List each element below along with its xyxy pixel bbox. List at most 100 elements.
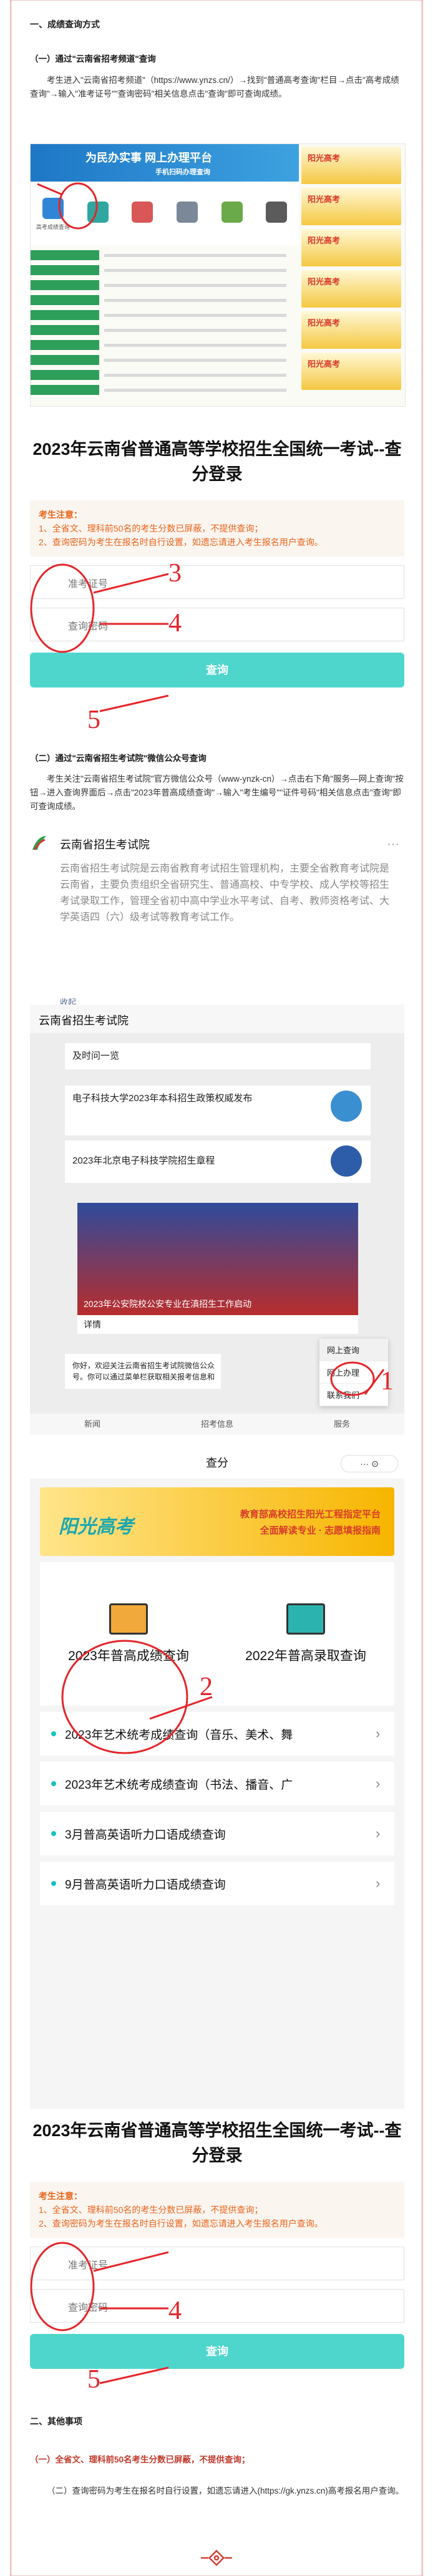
list-item[interactable]: 3月普高英语听力口语成绩查询 ›: [40, 1812, 394, 1855]
annotation-number: 5: [87, 2365, 100, 2394]
app-icon: [132, 202, 153, 223]
list-item[interactable]: [31, 339, 299, 351]
query-button[interactable]: 查询: [30, 653, 404, 688]
portal-icon-score[interactable]: 高考成绩查询: [31, 183, 75, 245]
notice-line-2: 2、查询密码为考生在报名时自行设置，如遗忘请进入考生报名用户查询。: [39, 537, 323, 547]
side-card[interactable]: 阳光高考: [301, 352, 401, 390]
chevron-right-icon: ›: [376, 1776, 381, 1791]
paragraph-2: 考生关注"云南省招生考试院"官方微信公众号（www-ynzk-cn）→点击右下角…: [30, 774, 404, 811]
password-input[interactable]: 查询密码: [30, 2289, 404, 2323]
service-menu: 网上查询 网上办理 联系我们: [319, 1339, 388, 1406]
form-notice: 考生注意： 1、全省文、理科前50名的考生分数已屏蔽，不提供查询； 2、查询密码…: [30, 2182, 404, 2238]
magnifier-document-icon: [109, 1603, 148, 1635]
sub-heading-2: （二）通过"云南省招生考试院"微信公众号查询: [30, 754, 207, 763]
document-icon: [286, 1603, 325, 1635]
chevron-right-icon: ›: [376, 1726, 381, 1741]
article-card[interactable]: 2023年北京电子科技学院招生章程: [65, 1140, 371, 1183]
app-icon: [221, 202, 243, 223]
banner-line-1: 教育部高校招生阳光工程指定平台: [240, 1509, 381, 1520]
portal-side-cards: 阳光高考 阳光高考 阳光高考 阳光高考 阳光高考 阳光高考: [301, 147, 401, 394]
exam-number-input[interactable]: 准考证号: [30, 565, 404, 599]
side-card[interactable]: 阳光高考: [301, 311, 401, 349]
app-title: 查分: [206, 1457, 228, 1469]
list-item[interactable]: [31, 279, 299, 291]
list-item[interactable]: [31, 324, 299, 336]
tab-exam-info[interactable]: 招考信息: [155, 1414, 280, 1435]
chinese-knot-ornament-icon: [201, 2549, 232, 2567]
portal-icon-row: 高考成绩查询: [31, 183, 299, 245]
menu-item-online-service[interactable]: 网上办理: [319, 1361, 388, 1384]
wechat-account-logo-icon: [32, 836, 46, 850]
article-card[interactable]: 电子科技大学2023年本科招生政策权威发布: [65, 1086, 371, 1135]
tab-news[interactable]: 新闻: [30, 1414, 155, 1435]
portal-icon-2[interactable]: [75, 183, 120, 245]
sunshine-banner[interactable]: 阳光高考 教育部高校招生阳光工程指定平台 全面解读专业 · 志愿填报指南: [40, 1487, 394, 1556]
capsule-menu[interactable]: ··· ⊙: [341, 1455, 398, 1472]
portal-banner: 为民办实事 网上办理平台 手机扫码办理查询: [31, 144, 299, 182]
notice-line-2: 2、查询密码为考生在报名时自行设置，如遗忘请进入考生报名用户查询。: [39, 2219, 323, 2228]
paragraph-1: 考生进入"云南省招考频道"（https://www.ynzs.cn/）→找到"普…: [30, 75, 399, 99]
university-logo-icon: [331, 1145, 362, 1177]
annotation-number: 2: [200, 1673, 213, 1701]
account-description: 云南省招生考试院是云南省教育考试招生管理机构，主要全省教育考试院是云南省，主要负…: [60, 863, 390, 923]
annotation-number: 4: [168, 2297, 182, 2325]
list-item[interactable]: [31, 249, 299, 261]
chevron-right-icon: ›: [376, 1825, 381, 1841]
score-query-entry[interactable]: 2023年普高成绩查询: [40, 1562, 217, 1706]
portal-icon-5[interactable]: [210, 183, 255, 245]
annotation-number: 4: [168, 609, 182, 638]
section-heading-1: 一、成绩查询方式: [30, 19, 100, 29]
chat-title: 云南省招生考试院: [30, 1004, 404, 1033]
detail-link[interactable]: 详情: [77, 1315, 358, 1334]
side-card[interactable]: 阳光高考: [301, 270, 401, 308]
form-notice: 考生注意： 1、全省文、理科前50名的考生分数已屏蔽，不提供查询； 2、查询密码…: [30, 500, 404, 557]
portal-icon-6[interactable]: [254, 183, 299, 245]
portal-screenshot: 为民办实事 网上办理平台 手机扫码办理查询 高考成绩查询 阳光高考 阳光高考 阳…: [30, 143, 406, 407]
password-input[interactable]: 查询密码: [30, 608, 404, 641]
list-item[interactable]: [31, 309, 299, 321]
menu-item-contact[interactable]: 联系我们: [319, 1384, 388, 1406]
portal-icon-4[interactable]: [165, 183, 210, 245]
tab-service[interactable]: 服务: [280, 1414, 404, 1435]
notice-title: 考生注意：: [39, 510, 82, 520]
notice-title: 考生注意：: [39, 2191, 82, 2201]
article-card[interactable]: 及时问一览: [65, 1043, 371, 1069]
form-title: 2023年云南省普通高等学校招生全国统一考试--查分登录: [32, 2121, 402, 2165]
app-icon: [87, 202, 109, 223]
sub-heading-1: （一）通过"云南省招考频道"查询: [30, 54, 156, 64]
section-heading-2: 二、其他事项: [30, 2416, 82, 2426]
query-login-form: 2023年云南省普通高等学校招生全国统一考试--查分登录 考生注意： 1、全省文…: [30, 437, 404, 688]
wechat-chat-screen: 云南省招生考试院 及时问一览 电子科技大学2023年本科招生政策权威发布 202…: [30, 1004, 404, 1435]
account-name: 云南省招生考试院: [60, 838, 150, 851]
app-icon: [266, 202, 288, 223]
list-item[interactable]: [31, 384, 299, 396]
more-icon[interactable]: ···: [387, 837, 399, 852]
annotation-number: 5: [87, 706, 100, 734]
exam-number-input[interactable]: 准考证号: [30, 2247, 404, 2280]
side-card[interactable]: 阳光高考: [301, 229, 401, 266]
sunshine-brand: 阳光高考: [59, 1517, 134, 1537]
query-app-screen: 查分 ··· ⊙ 阳光高考 教育部高校招生阳光工程指定平台 全面解读专业 · 志…: [30, 1447, 404, 2109]
admission-query-entry[interactable]: 2022年普高录取查询: [217, 1562, 394, 1706]
welcome-message: 你好，欢迎关注云南省招生考试院微信公众号。你可以通过菜单栏获取相关报考信息和: [65, 1354, 221, 1389]
portal-icon-3[interactable]: [120, 183, 165, 245]
portal-banner-subtitle: 手机扫码办理查询: [155, 168, 210, 176]
list-item[interactable]: [31, 369, 299, 381]
list-item[interactable]: 2023年艺术统考成绩查询（书法、播音、广 ›: [40, 1762, 394, 1806]
query-button[interactable]: 查询: [30, 2334, 404, 2369]
list-item[interactable]: 9月普高英语听力口语成绩查询 ›: [40, 1862, 394, 1905]
chevron-right-icon: ›: [376, 1875, 381, 1891]
list-item[interactable]: [31, 294, 299, 306]
query-entry-grid: 2023年普高成绩查询 2022年普高录取查询: [40, 1562, 394, 1706]
side-card[interactable]: 阳光高考: [301, 188, 401, 225]
hero-article[interactable]: 2023年公安院校公安专业在滇招生工作启动: [77, 1203, 358, 1315]
notice-line-1: 1、全省文、理科前50名的考生分数已屏蔽，不提供查询；: [39, 523, 263, 533]
form-title: 2023年云南省普通高等学校招生全国统一考试--查分登录: [32, 440, 402, 484]
chat-tab-bar: 新闻 招考信息 服务: [30, 1414, 404, 1435]
side-card[interactable]: 阳光高考: [301, 147, 401, 184]
annotation-number: 1: [381, 1367, 394, 1396]
list-item[interactable]: [31, 354, 299, 366]
list-item[interactable]: 2023年艺术统考成绩查询（音乐、美术、舞 ›: [40, 1712, 394, 1756]
list-item[interactable]: [31, 264, 299, 276]
menu-item-online-query[interactable]: 网上查询: [319, 1339, 388, 1361]
